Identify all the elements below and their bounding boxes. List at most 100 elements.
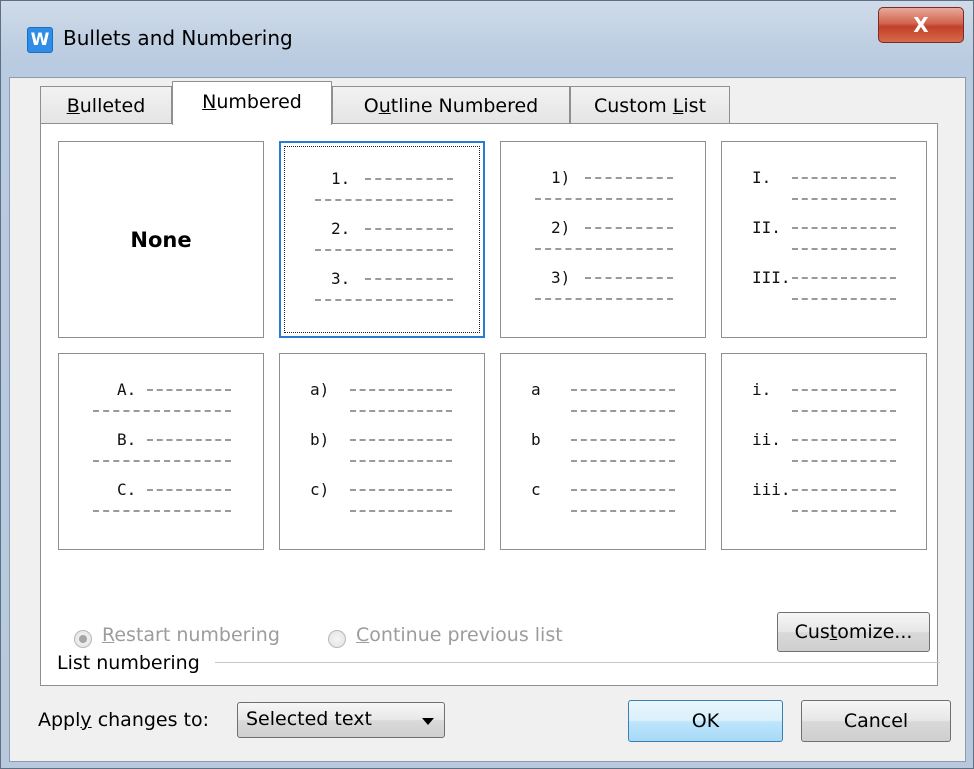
text-line <box>792 389 896 391</box>
restart-accesskey: R <box>102 624 115 646</box>
numbering-label: A. <box>117 380 137 399</box>
style-tile-decimal-period[interactable]: 1. 2. 3. <box>279 141 485 338</box>
text-line <box>315 199 453 201</box>
numbering-label: 1) <box>551 168 571 187</box>
tab-outline-numbered[interactable]: Outline Numbered <box>332 86 570 124</box>
dialog-client-area: Bulleted Numbered Outline Numbered Custo… <box>9 77 966 762</box>
cancel-button[interactable]: Cancel <box>801 700 951 742</box>
style-tile-lower-alpha[interactable]: a b c <box>500 353 706 550</box>
group-divider <box>215 662 940 663</box>
numbering-label: II. <box>752 218 781 237</box>
numbering-label: III. <box>752 268 791 287</box>
text-line <box>571 389 675 391</box>
numbering-label: a) <box>310 380 330 399</box>
continue-previous-label[interactable]: Continue previous list <box>356 624 563 646</box>
text-line <box>792 227 896 229</box>
numbering-label: a <box>531 380 541 399</box>
numbering-label: b <box>531 430 541 449</box>
text-line <box>792 439 896 441</box>
numbering-label: c) <box>310 480 330 499</box>
text-line <box>585 177 673 179</box>
tab-bulleted[interactable]: Bulleted <box>40 86 172 124</box>
apply-accesskey: y <box>80 709 92 731</box>
style-tile-lower-roman[interactable]: i. ii. iii. <box>721 353 927 550</box>
app-icon-glyph: W <box>30 30 50 50</box>
text-line <box>792 410 896 412</box>
text-line <box>93 510 231 512</box>
text-line <box>792 198 896 200</box>
list-numbering-group-label: List numbering <box>57 652 204 674</box>
numbering-label: 3) <box>551 268 571 287</box>
numbering-label: 2. <box>331 219 351 238</box>
style-tile-lower-alpha-paren[interactable]: a) b) c) <box>279 353 485 550</box>
numbering-label: i. <box>752 380 772 399</box>
customize-button[interactable]: Customize... <box>777 612 930 652</box>
text-line <box>350 489 452 491</box>
text-line <box>350 510 452 512</box>
text-line <box>147 439 231 441</box>
style-tile-upper-alpha[interactable]: A. B. C. <box>58 353 264 550</box>
numbering-label: C. <box>117 480 137 499</box>
apply-changes-dropdown[interactable]: Selected text <box>237 702 445 738</box>
text-line <box>585 277 673 279</box>
text-line <box>535 248 673 250</box>
ok-button[interactable]: OK <box>628 700 783 742</box>
style-tile-decimal-paren[interactable]: 1) 2) 3) <box>500 141 706 338</box>
chevron-down-icon <box>422 718 434 725</box>
text-line <box>365 278 453 280</box>
text-line <box>365 228 453 230</box>
tab-bulleted-accesskey: B <box>66 95 80 117</box>
numbering-label: 2) <box>551 218 571 237</box>
text-line <box>792 277 896 279</box>
style-tile-upper-roman[interactable]: I. II. III. <box>721 141 927 338</box>
text-line <box>792 460 896 462</box>
text-line <box>315 249 453 251</box>
apply-changes-value: Selected text <box>246 708 372 730</box>
tab-custom-list[interactable]: Custom List <box>570 86 730 124</box>
none-label: None <box>130 227 192 252</box>
continue-accesskey: C <box>356 624 370 646</box>
continue-previous-radio[interactable] <box>328 630 346 648</box>
restart-numbering-label[interactable]: Restart numbering <box>102 624 280 646</box>
text-line <box>792 510 896 512</box>
text-line <box>315 299 453 301</box>
text-line <box>571 460 675 462</box>
text-line <box>571 489 675 491</box>
wps-writer-icon: W <box>27 27 53 53</box>
text-line <box>350 460 452 462</box>
text-line <box>93 410 231 412</box>
numbering-label: B. <box>117 430 137 449</box>
text-line <box>93 460 231 462</box>
text-line <box>147 489 231 491</box>
dialog-window: W Bullets and Numbering X Bulleted Numbe… <box>0 0 974 769</box>
text-line <box>792 489 896 491</box>
text-line <box>365 178 453 180</box>
text-line <box>350 389 452 391</box>
title-bar: W Bullets and Numbering X <box>1 1 974 79</box>
text-line <box>350 410 452 412</box>
text-line <box>571 510 675 512</box>
numbering-label: I. <box>752 168 772 187</box>
dialog-title: Bullets and Numbering <box>63 26 293 50</box>
text-line <box>792 298 896 300</box>
close-icon: X <box>913 13 929 37</box>
numbering-label: iii. <box>752 480 791 499</box>
restart-numbering-radio[interactable] <box>74 630 92 648</box>
apply-changes-label: Apply changes to: <box>38 709 210 731</box>
text-line <box>535 298 673 300</box>
text-line <box>571 439 675 441</box>
tab-numbered[interactable]: Numbered <box>172 81 332 125</box>
text-line <box>535 198 673 200</box>
tab-outline-accesskey: u <box>378 95 391 117</box>
tab-custom-accesskey: L <box>672 95 684 117</box>
numbering-label: b) <box>310 430 330 449</box>
numbering-label: ii. <box>752 430 781 449</box>
text-line <box>350 439 452 441</box>
text-line <box>571 410 675 412</box>
close-button[interactable]: X <box>878 7 964 43</box>
text-line <box>585 227 673 229</box>
numbering-label: 1. <box>331 169 351 188</box>
text-line <box>792 177 896 179</box>
numbering-label: c <box>531 480 541 499</box>
style-tile-none[interactable]: None <box>58 141 264 338</box>
